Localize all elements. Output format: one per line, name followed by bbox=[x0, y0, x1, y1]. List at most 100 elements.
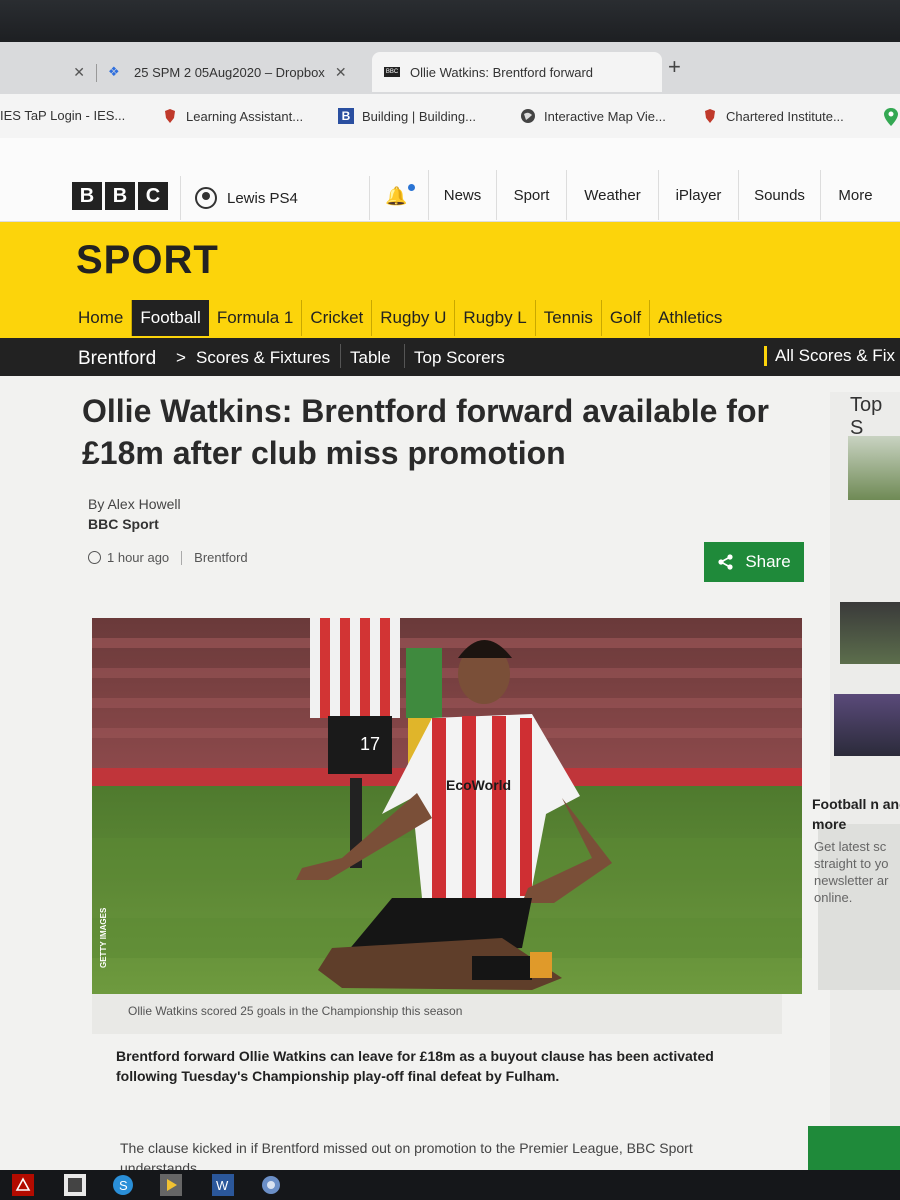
section-link[interactable]: Brentford bbox=[194, 550, 247, 565]
shirt-number: 17 bbox=[360, 734, 380, 754]
bookmark-building[interactable]: B Building | Building... bbox=[338, 108, 476, 124]
user-icon bbox=[195, 187, 217, 209]
nav-iplayer[interactable]: iPlayer bbox=[658, 170, 738, 220]
close-tab-icon[interactable]: ✕ bbox=[73, 64, 85, 81]
image-credit: GETTY IMAGES bbox=[99, 907, 108, 968]
subnav-tennis[interactable]: Tennis bbox=[536, 300, 602, 336]
bookmark-interactive-map[interactable]: Interactive Map Vie... bbox=[520, 108, 666, 124]
bbc-header: B B C Lewis PS4 🔔 News Sport Weather iPl… bbox=[0, 138, 900, 222]
subnav-formula-1[interactable]: Formula 1 bbox=[209, 300, 303, 336]
tab-label: Ollie Watkins: Brentford forward bbox=[410, 64, 594, 80]
nav-news[interactable]: News bbox=[428, 170, 496, 220]
subnav-home[interactable]: Home bbox=[70, 300, 133, 336]
divider bbox=[340, 344, 341, 368]
article-photo: GETTY IMAGES 17 EcoWorld bbox=[92, 618, 802, 994]
nav-weather[interactable]: Weather bbox=[566, 170, 658, 220]
sidebar-thumbnail[interactable] bbox=[834, 694, 900, 756]
all-scores-link[interactable]: All Scores & Fix bbox=[764, 346, 895, 366]
acrobat-icon[interactable] bbox=[12, 1174, 34, 1196]
media-player-icon[interactable] bbox=[160, 1174, 182, 1196]
tab-strip: ✕ ❖ 25 SPM 2 05Aug2020 – Dropbox ✕ BBC O… bbox=[0, 42, 900, 94]
sticky-notes-icon[interactable] bbox=[64, 1174, 86, 1196]
sport-subnav: Home Football Formula 1 Cricket Rugby U … bbox=[70, 300, 730, 336]
logo-letter: C bbox=[138, 182, 168, 210]
sidebar-thumbnail[interactable] bbox=[848, 436, 900, 500]
bbc-favicon-icon: BBC bbox=[384, 67, 400, 77]
bookmark-label: Chartered Institute... bbox=[726, 108, 844, 124]
timestamp: 1 hour ago bbox=[107, 550, 170, 565]
subnav-rugby-union[interactable]: Rugby U bbox=[372, 300, 456, 336]
article-lead: Brentford forward Ollie Watkins can leav… bbox=[116, 1048, 714, 1084]
newsletter-promo-title[interactable]: Football n and more bbox=[812, 794, 900, 834]
divider bbox=[404, 344, 405, 368]
share-label: Share bbox=[745, 552, 791, 571]
network-icon[interactable] bbox=[260, 1174, 282, 1196]
top-scorers-link[interactable]: Top Scorers bbox=[414, 348, 505, 368]
newsletter-button[interactable] bbox=[808, 1126, 900, 1170]
byline: By Alex Howell BBC Sport bbox=[88, 494, 181, 534]
close-tab-icon[interactable]: ✕ bbox=[335, 64, 347, 81]
team-link-brentford[interactable]: Brentford bbox=[78, 348, 156, 370]
newsletter-promo-text: Get latest sc straight to yo newsletter … bbox=[814, 839, 889, 905]
photo-caption: Ollie Watkins scored 25 goals in the Cha… bbox=[92, 994, 782, 1034]
article-meta: 1 hour ago Brentford bbox=[88, 550, 248, 565]
article-headline: Ollie Watkins: Brentford forward availab… bbox=[82, 393, 769, 471]
b-icon: B bbox=[338, 108, 354, 124]
subnav-athletics[interactable]: Athletics bbox=[650, 300, 730, 336]
subnav-golf[interactable]: Golf bbox=[602, 300, 651, 336]
nav-more[interactable]: More bbox=[820, 170, 890, 220]
dropbox-icon: ❖ bbox=[108, 64, 120, 79]
bookmark-label: IES TaP Login - IES... bbox=[0, 108, 126, 123]
scores-fixtures-link[interactable]: Scores & Fixtures bbox=[196, 348, 330, 368]
sidebar bbox=[830, 392, 900, 1170]
table-link[interactable]: Table bbox=[350, 348, 391, 368]
skype-icon[interactable]: S bbox=[112, 1174, 134, 1196]
author-organisation: BBC Sport bbox=[88, 516, 159, 532]
tab-previous[interactable]: ✕ bbox=[0, 52, 95, 92]
globe-icon bbox=[521, 109, 535, 123]
crest-icon bbox=[165, 109, 175, 123]
account-link[interactable]: Lewis PS4 bbox=[180, 176, 370, 220]
browser-window: ✕ ❖ 25 SPM 2 05Aug2020 – Dropbox ✕ BBC O… bbox=[0, 42, 900, 1170]
share-icon bbox=[718, 554, 733, 570]
nav-sport[interactable]: Sport bbox=[496, 170, 566, 220]
share-button[interactable]: Share bbox=[704, 542, 804, 582]
nav-sounds[interactable]: Sounds bbox=[738, 170, 820, 220]
bookmark-learning-assistant[interactable]: Learning Assistant... bbox=[162, 108, 303, 124]
sidebar-thumbnail[interactable] bbox=[840, 602, 900, 664]
bookmark-ies[interactable]: IES TaP Login - IES... bbox=[0, 108, 125, 123]
tab-bbc-article[interactable]: BBC Ollie Watkins: Brentford forward bbox=[372, 52, 662, 92]
bookmark-label: Learning Assistant... bbox=[186, 108, 304, 124]
shirt-sponsor: EcoWorld bbox=[446, 777, 511, 793]
subnav-rugby-league[interactable]: Rugby L bbox=[455, 300, 536, 336]
logo-letter: B bbox=[72, 182, 102, 210]
tab-label: 25 SPM 2 05Aug2020 – Dropbox bbox=[134, 64, 325, 80]
notification-dot bbox=[408, 184, 415, 191]
notifications-bell-icon[interactable]: 🔔 bbox=[385, 184, 415, 210]
sport-banner: SPORT Home Football Formula 1 Cricket Ru… bbox=[0, 222, 900, 342]
bookmark-label: Interactive Map Vie... bbox=[544, 108, 666, 124]
bbc-logo[interactable]: B B C bbox=[72, 182, 168, 210]
team-nav-bar: Brentford > Scores & Fixtures Table Top … bbox=[0, 338, 900, 376]
logo-letter: B bbox=[105, 182, 135, 210]
article-paragraph: The clause kicked in if Brentford missed… bbox=[120, 1140, 693, 1170]
word-icon[interactable]: W bbox=[212, 1174, 234, 1196]
sport-title[interactable]: SPORT bbox=[76, 238, 219, 283]
chevron-right-icon: > bbox=[176, 348, 186, 367]
tab-dropbox[interactable]: ❖ 25 SPM 2 05Aug2020 – Dropbox ✕ bbox=[100, 52, 368, 92]
divider bbox=[181, 550, 183, 565]
subnav-cricket[interactable]: Cricket bbox=[302, 300, 373, 336]
svg-text:W: W bbox=[216, 1178, 229, 1193]
monitor-bezel bbox=[0, 0, 900, 42]
taskbar: S W bbox=[0, 1170, 900, 1200]
crest-icon bbox=[705, 109, 715, 123]
clock-icon bbox=[88, 551, 101, 564]
new-tab-icon[interactable]: + bbox=[668, 54, 681, 80]
bookmark-chartered-institute[interactable]: Chartered Institute... bbox=[702, 108, 844, 124]
map-pin-icon[interactable] bbox=[884, 108, 898, 126]
author: By Alex Howell bbox=[88, 496, 181, 512]
bookmark-label: Building | Building... bbox=[362, 108, 476, 124]
subnav-football[interactable]: Football bbox=[132, 300, 209, 336]
account-name: Lewis PS4 bbox=[227, 189, 298, 207]
svg-text:S: S bbox=[119, 1178, 128, 1193]
